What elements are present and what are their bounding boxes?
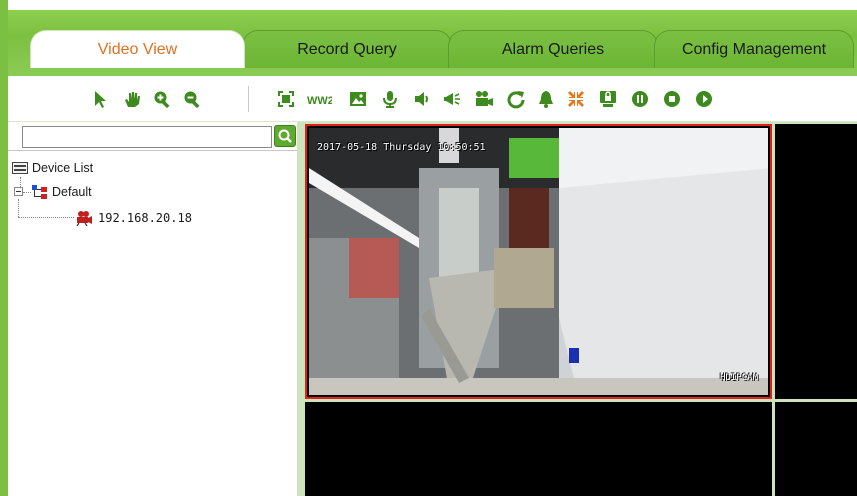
camera-feed-image bbox=[309, 128, 768, 395]
snapshot-icon[interactable] bbox=[348, 89, 368, 109]
toolbar: WW2 bbox=[8, 76, 857, 122]
record-icon[interactable] bbox=[474, 89, 494, 109]
tree-node-device[interactable]: 192.168.20.18 bbox=[18, 209, 218, 227]
group-icon bbox=[32, 185, 47, 199]
video-grid: 2017-05-18 Thursday 10:50:51 HDIPCAM bbox=[297, 122, 857, 496]
device-tree: Device List Default 192.168.20.18 bbox=[8, 150, 298, 496]
collapse-toggle-icon[interactable] bbox=[14, 187, 23, 196]
pause-icon[interactable] bbox=[630, 89, 650, 109]
broadcast-icon[interactable] bbox=[442, 89, 462, 109]
zoom-out-icon[interactable] bbox=[182, 89, 202, 109]
tree-node-default[interactable]: Default bbox=[14, 183, 214, 201]
pointer-icon[interactable] bbox=[90, 89, 110, 109]
osd-brand-watermark: HDIPCAM bbox=[720, 373, 758, 383]
tree-node-device-list[interactable]: Device List bbox=[12, 159, 212, 177]
fullscreen-icon[interactable] bbox=[276, 89, 296, 109]
video-cell-4[interactable] bbox=[775, 402, 857, 496]
zoom-in-icon[interactable] bbox=[152, 89, 172, 109]
device-panel: Device List Default 192.168.20.18 bbox=[8, 122, 298, 496]
tree-group-label: Default bbox=[52, 185, 92, 199]
alarm-bell-icon[interactable] bbox=[536, 89, 556, 109]
tab-config-management[interactable]: Config Management bbox=[654, 30, 854, 68]
camera-device-icon bbox=[76, 211, 92, 226]
monitor-lock-icon[interactable] bbox=[598, 89, 618, 109]
tab-record-query[interactable]: Record Query bbox=[242, 30, 452, 68]
window-left-border bbox=[0, 0, 8, 496]
device-search-input[interactable] bbox=[22, 126, 272, 148]
tree-device-label: 192.168.20.18 bbox=[98, 211, 192, 225]
tree-connector-h bbox=[23, 192, 31, 193]
device-search-button[interactable] bbox=[274, 125, 296, 147]
tree-connector-h2 bbox=[18, 217, 74, 218]
stop-icon[interactable] bbox=[662, 89, 682, 109]
speaker-icon[interactable] bbox=[412, 89, 432, 109]
multi-window-icon[interactable]: WW2 bbox=[306, 89, 332, 109]
osd-timestamp: 2017-05-18 Thursday 10:50:51 bbox=[317, 142, 486, 153]
device-list-icon bbox=[12, 162, 28, 174]
video-cell-2[interactable] bbox=[775, 124, 857, 399]
refresh-icon[interactable] bbox=[506, 89, 526, 109]
shrink-icon[interactable] bbox=[566, 89, 586, 109]
svg-text:WW2: WW2 bbox=[307, 95, 332, 107]
microphone-icon[interactable] bbox=[380, 89, 400, 109]
toolbar-separator bbox=[248, 86, 249, 112]
camera-feed: 2017-05-18 Thursday 10:50:51 HDIPCAM bbox=[309, 128, 768, 395]
video-cell-1[interactable]: 2017-05-18 Thursday 10:50:51 HDIPCAM bbox=[305, 124, 772, 399]
pan-hand-icon[interactable] bbox=[122, 89, 142, 109]
window-top-strip bbox=[0, 0, 857, 10]
play-icon[interactable] bbox=[694, 89, 714, 109]
search-icon bbox=[278, 129, 292, 143]
tab-alarm-queries[interactable]: Alarm Queries bbox=[448, 30, 658, 68]
tree-root-label: Device List bbox=[32, 161, 94, 175]
tab-video-view[interactable]: Video View bbox=[30, 30, 245, 68]
video-cell-3[interactable] bbox=[305, 402, 772, 496]
